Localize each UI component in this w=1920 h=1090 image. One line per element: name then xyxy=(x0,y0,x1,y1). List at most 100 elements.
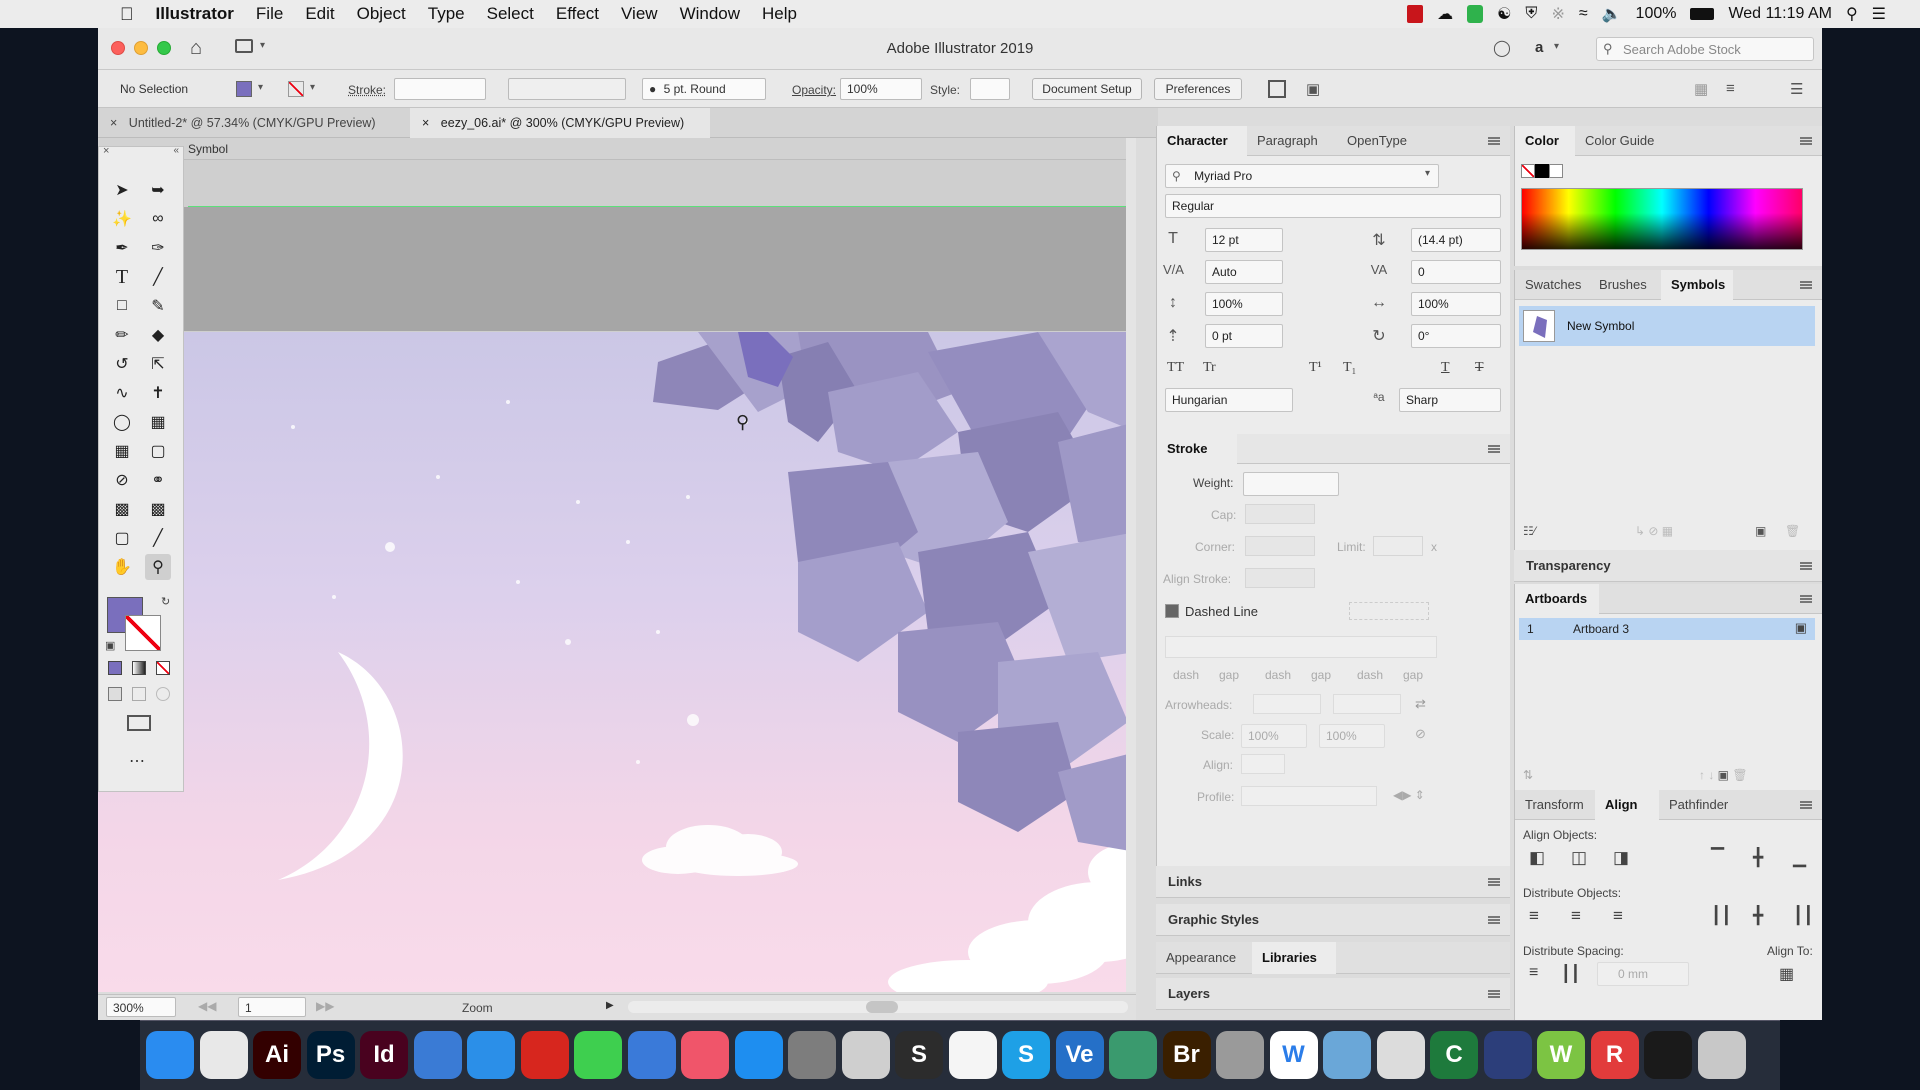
keynote-icon[interactable] xyxy=(413,1031,462,1079)
stroke-color-swatch[interactable] xyxy=(125,615,161,651)
scroll-thumb[interactable] xyxy=(866,1001,898,1013)
notes-icon[interactable] xyxy=(841,1031,890,1079)
chevron-down-icon[interactable]: ▾ xyxy=(310,82,315,93)
panel-menu-icon[interactable] xyxy=(1800,595,1812,603)
r-app-icon[interactable]: R xyxy=(1590,1031,1639,1079)
distribute-icon[interactable]: ▦ xyxy=(1694,80,1708,98)
status-menu-icon[interactable]: ▶ xyxy=(606,1000,614,1011)
isolate-icon[interactable] xyxy=(1268,80,1286,98)
w-app-icon[interactable]: W xyxy=(1269,1031,1318,1079)
symbol-actions-icons[interactable]: ↳ ⊘ ▦ xyxy=(1635,524,1673,538)
menu-view[interactable]: View xyxy=(610,0,669,28)
tab-align[interactable]: Align xyxy=(1595,790,1659,820)
line-tool-icon[interactable]: ╱ xyxy=(145,264,171,290)
menu-window[interactable]: Window xyxy=(669,0,751,28)
arrowhead-scale-start[interactable]: 100% xyxy=(1241,724,1307,748)
graphic-style-dropdown[interactable] xyxy=(970,78,1010,100)
dashed-line-checkbox[interactable] xyxy=(1165,604,1179,618)
font-style-dropdown[interactable]: Regular xyxy=(1165,194,1501,218)
tab-paragraph[interactable]: Paragraph xyxy=(1247,126,1337,156)
doc-tab-eezy[interactable]: × eezy_06.ai* @ 300% (CMYK/GPU Preview) xyxy=(410,108,710,138)
corner-buttons[interactable] xyxy=(1245,536,1315,556)
arrowhead-start-dropdown[interactable] xyxy=(1253,694,1321,714)
transparency-panel-header[interactable]: Transparency xyxy=(1514,550,1822,582)
textedit-icon[interactable] xyxy=(1376,1031,1425,1079)
rearrange-artboards-icon[interactable]: ⇅ xyxy=(1523,768,1533,782)
horizontal-distribute-space-icon[interactable]: ┃┃ xyxy=(1561,964,1580,984)
artboard-number-field[interactable]: 1 xyxy=(238,997,306,1017)
symbol-libraries-icon[interactable]: ☷⁄ xyxy=(1523,524,1536,538)
draw-inside-icon[interactable] xyxy=(156,687,170,701)
distribute-horizontal-center-icon[interactable]: ╋ xyxy=(1753,906,1763,926)
close-icon[interactable]: × xyxy=(103,145,109,157)
puppet-warp-tool-icon[interactable]: ✝ xyxy=(145,380,171,406)
indesign-icon[interactable]: Id xyxy=(360,1031,408,1079)
panel-menu-icon[interactable] xyxy=(1800,281,1812,289)
horizontal-scale-field[interactable]: 100% xyxy=(1411,292,1501,316)
dash-align-buttons[interactable] xyxy=(1349,602,1429,620)
illustrator-icon[interactable]: Ai xyxy=(253,1031,301,1079)
skype-icon[interactable]: S xyxy=(1002,1031,1050,1079)
battery-percent[interactable]: 100% xyxy=(1636,5,1677,23)
chevron-down-icon[interactable]: ▾ xyxy=(1554,41,1559,52)
column-graph-tool-icon[interactable]: ▩ xyxy=(145,496,171,522)
align-bottom-icon[interactable]: ▁ xyxy=(1793,848,1806,868)
underline-icon[interactable]: T xyxy=(1441,360,1450,376)
stroke-label[interactable]: Stroke: xyxy=(348,83,386,97)
curvature-tool-icon[interactable]: ✑ xyxy=(145,235,171,261)
graphic-styles-panel-header[interactable]: Graphic Styles xyxy=(1156,904,1510,936)
symbol-list-item[interactable]: New Symbol xyxy=(1519,306,1815,346)
zoom-level-field[interactable]: 300% xyxy=(106,997,176,1017)
hand-tool-icon[interactable]: ✋ xyxy=(109,554,135,580)
direct-selection-tool-icon[interactable]: ➥ xyxy=(145,177,171,203)
blend-tool-icon[interactable]: ⚭ xyxy=(145,467,171,493)
artboard-row[interactable]: 1 Artboard 3 ▣ xyxy=(1519,618,1815,640)
canvas-area[interactable]: Symbol ⚲ xyxy=(98,138,1136,992)
type-tool-icon[interactable]: T xyxy=(109,264,135,290)
chevron-down-icon[interactable]: ▾ xyxy=(258,82,263,93)
more-tools-icon[interactable]: ⋯ xyxy=(129,751,145,771)
swap-fill-stroke-icon[interactable]: ↻ xyxy=(161,595,170,608)
menu-file[interactable]: File xyxy=(245,0,294,28)
drive-icon[interactable] xyxy=(1109,1031,1157,1079)
messages-icon[interactable] xyxy=(574,1031,622,1079)
preferences-button[interactable]: Preferences xyxy=(1154,78,1242,100)
color-spectrum[interactable] xyxy=(1521,188,1803,250)
tab-artboards[interactable]: Artboards xyxy=(1515,584,1599,614)
close-icon[interactable]: × xyxy=(422,116,429,130)
panel-menu-icon[interactable] xyxy=(1488,445,1500,453)
spotlight-icon[interactable]: ⚲ xyxy=(1846,4,1858,24)
draw-normal-icon[interactable] xyxy=(108,687,122,701)
dash-fields[interactable] xyxy=(1165,636,1437,658)
panel-menu-icon[interactable] xyxy=(1800,137,1812,145)
leading-field[interactable]: (14.4 pt) xyxy=(1411,228,1501,252)
tab-color[interactable]: Color xyxy=(1515,126,1575,156)
distribute-right-icon[interactable]: ┃┃ xyxy=(1793,906,1813,926)
zoom-tool-icon[interactable]: ⚲ xyxy=(145,554,171,580)
align-stroke-buttons[interactable] xyxy=(1245,568,1315,588)
font-size-field[interactable]: 12 pt xyxy=(1205,228,1283,252)
opacity-field[interactable]: 100% xyxy=(840,78,922,100)
arrowhead-scale-end[interactable]: 100% xyxy=(1319,724,1385,748)
vertical-distribute-space-icon[interactable]: ≡ xyxy=(1529,964,1538,982)
creative-cloud-icon[interactable]: ☁ xyxy=(1437,4,1453,24)
discover-bulb-icon[interactable]: ◯ xyxy=(1493,38,1511,58)
shield-icon[interactable]: ⛨ xyxy=(1525,5,1537,23)
scale-tool-icon[interactable]: ⇱ xyxy=(145,351,171,377)
variable-width-dropdown[interactable] xyxy=(508,78,626,100)
quicktime-icon[interactable] xyxy=(1483,1031,1532,1079)
kerning-field[interactable]: Auto xyxy=(1205,260,1283,284)
chevron-down-icon[interactable]: ▾ xyxy=(1425,168,1430,179)
rectangle-tool-icon[interactable]: □ xyxy=(109,293,135,319)
menu-object[interactable]: Object xyxy=(346,0,417,28)
baseline-shift-field[interactable]: 0 pt xyxy=(1205,324,1283,348)
scanner-icon[interactable] xyxy=(1216,1031,1264,1079)
stroke-weight-field[interactable] xyxy=(1243,472,1339,496)
vertical-scrollbar[interactable] xyxy=(1126,138,1136,992)
close-icon[interactable]: × xyxy=(110,116,117,130)
apple-icon[interactable]:  xyxy=(0,0,145,28)
clock[interactable]: Wed 11:19 AM xyxy=(1728,5,1831,23)
settings-icon[interactable] xyxy=(788,1031,836,1079)
music-icon[interactable] xyxy=(681,1031,729,1079)
stroke-swatch-none-icon[interactable] xyxy=(288,81,304,97)
